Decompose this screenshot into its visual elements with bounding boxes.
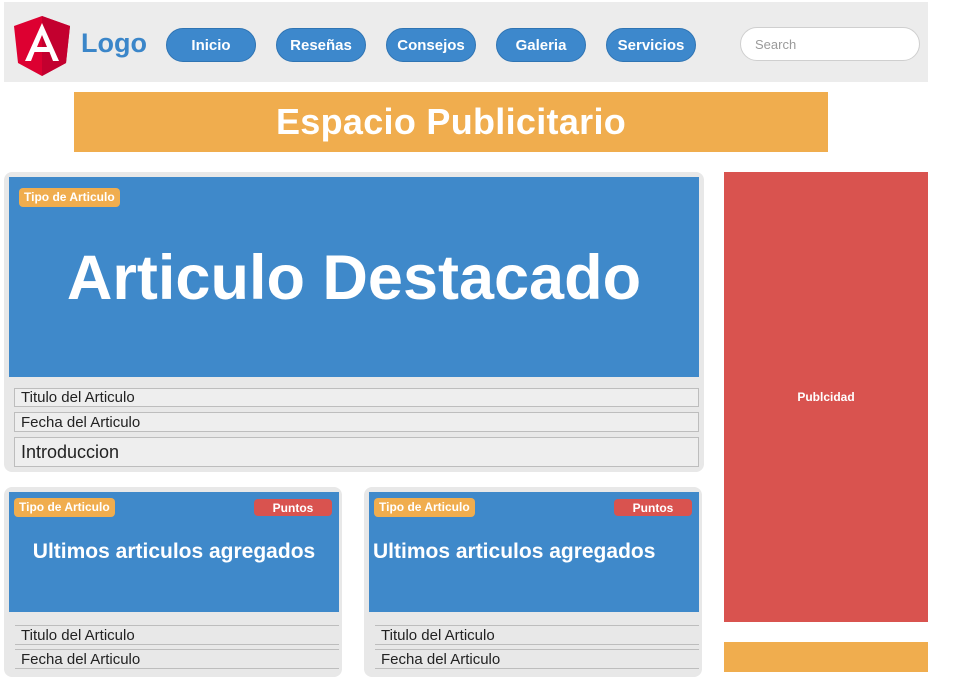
latest-article-card[interactable]: Tipo de Articulo Puntos Ultimos articulo… [4,487,342,677]
search-input[interactable] [740,27,920,61]
points-badge: Puntos [254,499,332,516]
article-type-badge: Tipo de Articulo [19,188,120,207]
article-intro-field: Introduccion [14,437,699,467]
latest-article-title: Ultimos articulos agregados [32,540,316,563]
article-date-field: Fecha del Articulo [375,649,699,669]
angular-logo-icon[interactable] [14,16,70,76]
featured-hero[interactable]: Tipo de Articulo Articulo Destacado [9,177,699,377]
nav-consejos-button[interactable]: Consejos [386,28,476,62]
sidebar-ad: Publcidad [724,172,928,622]
nav-servicios-button[interactable]: Servicios [606,28,696,62]
logo-text[interactable]: Logo [81,27,147,59]
article-type-badge: Tipo de Articulo [374,498,475,517]
article-date-field: Fecha del Articulo [15,649,339,669]
nav-resenas-button[interactable]: Reseñas [276,28,366,62]
ad-banner: Espacio Publicitario [74,92,828,152]
sidebar-ad-secondary [724,642,928,672]
site-header: Logo Inicio Reseñas Consejos Galeria Ser… [4,2,928,82]
article-date-field: Fecha del Articulo [14,412,699,432]
latest-article-hero[interactable]: Tipo de Articulo Puntos Ultimos articulo… [369,492,699,612]
article-title-field: Titulo del Articulo [15,625,339,645]
latest-article-hero[interactable]: Tipo de Articulo Puntos Ultimos articulo… [9,492,339,612]
article-title-field: Titulo del Articulo [14,388,699,407]
article-type-badge: Tipo de Articulo [14,498,115,517]
featured-title: Articulo Destacado [66,243,642,313]
latest-article-card[interactable]: Tipo de Articulo Puntos Ultimos articulo… [364,487,702,677]
nav-galeria-button[interactable]: Galeria [496,28,586,62]
latest-article-title: Ultimos articulos agregados [373,540,656,563]
featured-article-card[interactable]: Tipo de Articulo Articulo Destacado Titu… [4,172,704,472]
article-title-field: Titulo del Articulo [375,625,699,645]
points-badge: Puntos [614,499,692,516]
nav-inicio-button[interactable]: Inicio [166,28,256,62]
